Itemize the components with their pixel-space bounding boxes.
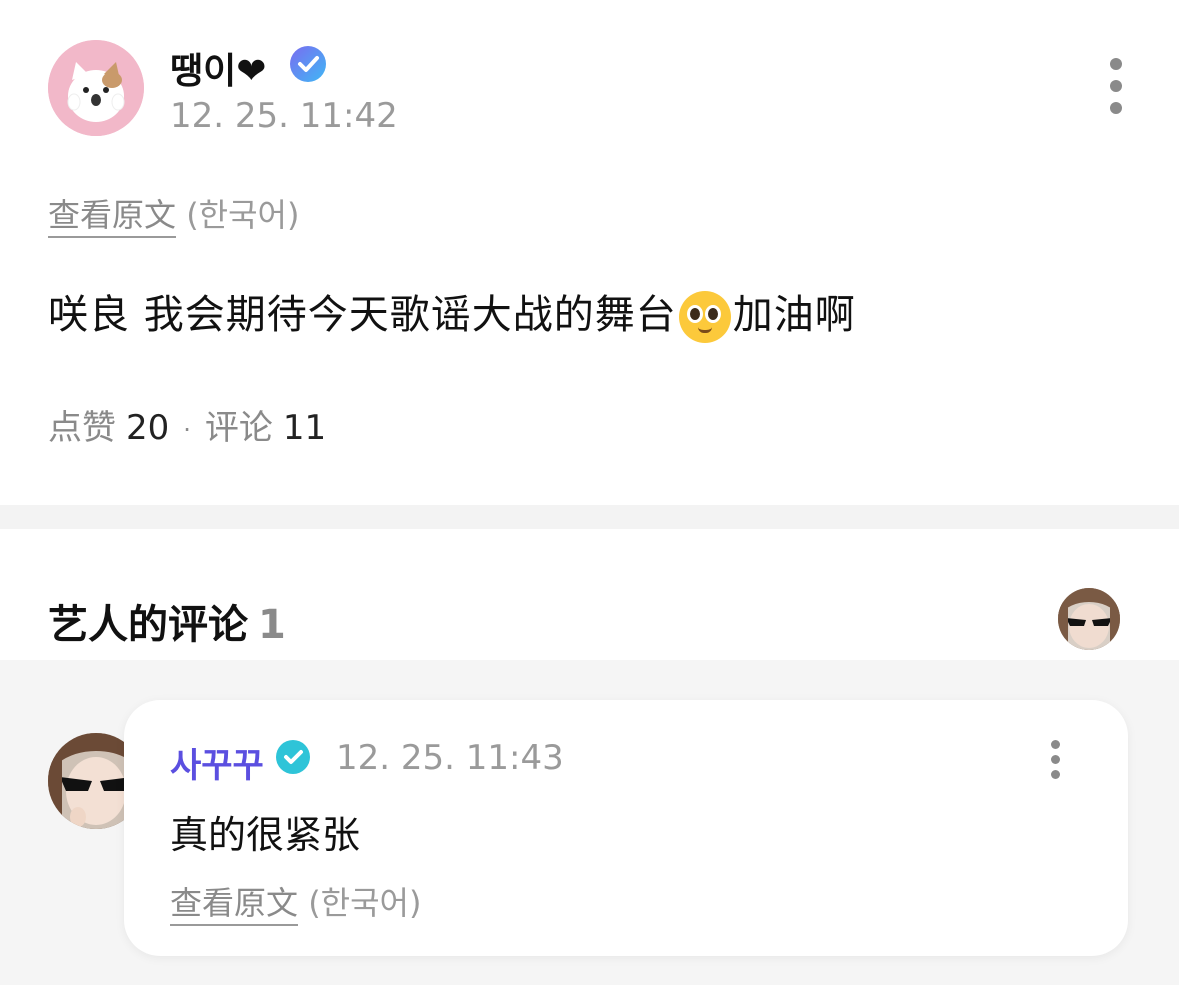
verified-badge-icon <box>290 46 326 82</box>
likes-label[interactable]: 点赞 <box>48 408 116 448</box>
stat-separator: · <box>183 415 191 444</box>
post-body: 咲良 我会期待今天歌谣大战的舞台 加油啊 <box>48 282 856 343</box>
artist-photo <box>1058 588 1120 650</box>
artist-comments-count: 1 <box>258 602 286 648</box>
post-timestamp: 12. 25. 11:42 <box>170 96 398 136</box>
more-vertical-icon[interactable] <box>1046 740 1066 780</box>
comment-timestamp: 12. 25. 11:43 <box>336 738 564 778</box>
author-avatar[interactable] <box>48 40 144 136</box>
comment-author-name[interactable]: 사꾸꾸 <box>170 738 264 787</box>
artist-comments-title: 艺人的评论 1 <box>48 592 286 650</box>
post-translate-row: 查看原文 (한국어) <box>48 190 300 238</box>
likes-count[interactable]: 20 <box>126 408 169 448</box>
comments-label[interactable]: 评论 <box>205 408 273 448</box>
comment-translate-row: 查看原文 (한국어) <box>170 878 422 926</box>
view-original-link[interactable]: 查看原文 <box>48 196 177 238</box>
pleading-face-emoji <box>678 291 731 343</box>
post-text-start: 咲良 我会期待今天歌谣大战的舞台 <box>48 292 677 338</box>
artist-comments-title-text: 艺人的评论 <box>48 602 248 648</box>
section-divider <box>0 505 1179 529</box>
post-text-end: 加油啊 <box>732 292 856 338</box>
original-language-label: (한국어) <box>186 196 300 234</box>
more-vertical-icon[interactable] <box>1104 58 1128 118</box>
artist-avatar-small[interactable] <box>1058 588 1120 650</box>
artist-badge-icon <box>276 740 310 774</box>
view-original-link[interactable]: 查看原文 <box>170 884 299 926</box>
cat-avatar-illustration <box>48 40 144 136</box>
comment-text: 真的很紧张 <box>170 813 361 857</box>
post-stats: 点赞 20 · 评论 11 <box>48 400 326 449</box>
original-language-label: (한국어) <box>308 884 422 922</box>
artist-comment-card[interactable]: 사꾸꾸 12. 25. 11:43 真的很紧张 查看原文 (한국어) <box>124 700 1128 956</box>
comments-count[interactable]: 11 <box>283 408 326 448</box>
post-header: 땡이❤ 12. 25. 11:42 <box>48 40 1148 136</box>
author-name[interactable]: 땡이❤ <box>170 42 266 94</box>
